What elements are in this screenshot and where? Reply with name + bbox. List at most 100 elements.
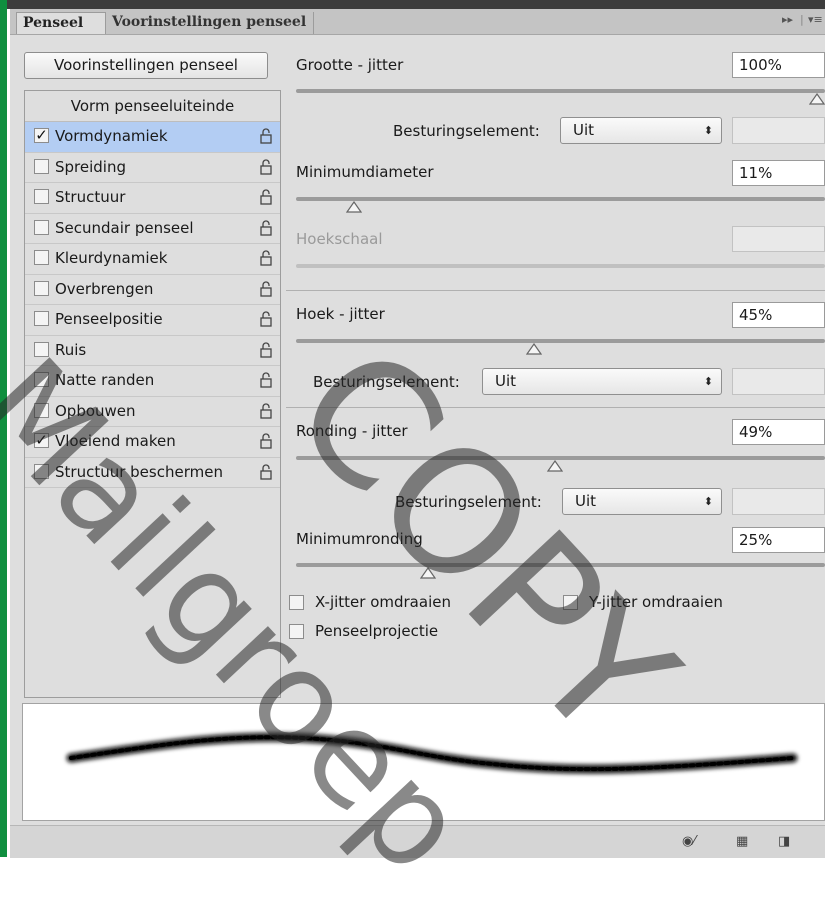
sidebar-item-label: Overbrengen	[55, 279, 154, 298]
brush-stroke-preview	[22, 703, 825, 821]
stroke-preview-graphic	[66, 732, 798, 774]
minimum-diameter-slider-thumb[interactable]	[346, 201, 363, 213]
angle-jitter-slider-thumb[interactable]	[526, 343, 543, 355]
roundness-control-select[interactable]: Uit ⬍	[562, 488, 722, 515]
minimum-diameter-input[interactable]: 11%	[732, 160, 825, 186]
sidebar-item-structuur-beschermen[interactable]: Structuur beschermen	[25, 458, 280, 488]
lock-icon[interactable]	[260, 280, 272, 297]
sidebar-item-checkbox[interactable]	[34, 158, 49, 174]
sidebar-item-checkbox[interactable]	[34, 219, 49, 235]
tab-voorinstellingen-penseel[interactable]: Voorinstellingen penseel	[106, 12, 314, 34]
sidebar-item-secundair-penseel[interactable]: Secundair penseel	[25, 214, 280, 244]
sidebar-item-label: Structuur beschermen	[55, 462, 223, 481]
brush-settings-list: Vorm penseeluiteinde ✓ Vormdynamiek Spreid…	[24, 90, 281, 698]
size-jitter-label: Grootte - jitter	[296, 56, 404, 74]
sidebar-item-label: Spreiding	[55, 157, 126, 176]
lock-icon[interactable]	[260, 158, 272, 175]
angle-control-select[interactable]: Uit ⬍	[482, 368, 722, 395]
tilt-scale-input	[732, 226, 825, 252]
sidebar-item-label: Ruis	[55, 340, 87, 359]
lock-icon[interactable]	[260, 433, 272, 449]
size-jitter-slider-thumb[interactable]	[809, 93, 825, 105]
tab-bar: Penseel Voorinstellingen penseel ▸▸ | ▾≡	[10, 9, 825, 35]
sidebar-item-structuur[interactable]: Structuur	[25, 183, 280, 214]
lock-icon[interactable]	[260, 219, 272, 236]
roundness-control-label: Besturingselement:	[395, 493, 542, 511]
size-jitter-input[interactable]: 100%	[732, 52, 825, 78]
select-arrows-icon: ⬍	[703, 495, 713, 508]
panel-menu-icon[interactable]: ▾≡	[808, 13, 823, 26]
sidebar-item-ruis[interactable]: Ruis	[25, 336, 280, 366]
lock-icon[interactable]	[260, 372, 272, 388]
sidebar-item-checkbox[interactable]	[34, 372, 49, 387]
angle-control-value: Uit	[495, 372, 517, 390]
new-preset-icon[interactable]: ◨	[778, 834, 790, 849]
angle-jitter-label: Hoek - jitter	[296, 305, 385, 323]
size-jitter-slider[interactable]	[296, 89, 825, 93]
sidebar-item-label: Penseelpositie	[55, 310, 163, 328]
size-control-select[interactable]: Uit ⬍	[560, 117, 722, 144]
divider	[286, 290, 825, 291]
divider: |	[800, 13, 804, 26]
roundness-jitter-input[interactable]: 49%	[732, 419, 825, 445]
roundness-jitter-slider-thumb[interactable]	[547, 460, 564, 472]
minimum-roundness-label: Minimumronding	[296, 530, 423, 548]
sidebar-item-overbrengen[interactable]: Overbrengen	[25, 275, 280, 305]
eye-brush-icon[interactable]: ◉⁄	[682, 834, 696, 849]
sidebar-item-checkbox[interactable]	[34, 280, 49, 296]
tab-penseel[interactable]: Penseel	[16, 12, 106, 34]
lock-icon[interactable]	[260, 189, 272, 205]
minimum-diameter-label: Minimumdiameter	[296, 163, 434, 181]
grid-panel-icon[interactable]: ▦	[736, 834, 748, 849]
sidebar-item-checkbox[interactable]	[34, 250, 49, 265]
sidebar-item-label: Structuur	[55, 188, 126, 206]
sidebar-item-kleurdynamiek[interactable]: Kleurdynamiek	[25, 244, 280, 275]
sidebar-item-label: Kleurdynamiek	[55, 249, 168, 267]
minimum-diameter-slider[interactable]	[296, 197, 825, 201]
roundness-control-value: Uit	[575, 492, 597, 510]
brush-presets-button[interactable]: Voorinstellingen penseel	[24, 52, 268, 79]
flip-x-label: X-jitter omdraaien	[315, 593, 451, 611]
sidebar-item-label: Vloeiend maken	[55, 432, 176, 450]
sidebar-item-opbouwen[interactable]: Opbouwen	[25, 397, 280, 427]
sidebar-item-checkbox[interactable]: ✓	[34, 128, 49, 143]
flip-y-checkbox[interactable]	[563, 595, 578, 610]
flip-x-checkbox[interactable]	[289, 595, 304, 610]
lock-icon[interactable]	[260, 463, 272, 480]
flip-y-label: Y-jitter omdraaien	[589, 593, 723, 611]
minimum-roundness-slider-thumb[interactable]	[420, 567, 437, 579]
sidebar-item-label: Secundair penseel	[55, 218, 194, 237]
sidebar-item-checkbox[interactable]	[34, 189, 49, 204]
brush-projection-checkbox[interactable]	[289, 624, 304, 639]
brush-tip-shape-item[interactable]: Vorm penseeluiteinde	[25, 91, 280, 122]
select-arrows-icon: ⬍	[703, 375, 713, 388]
lock-icon[interactable]	[260, 311, 272, 327]
angle-jitter-input[interactable]: 45%	[732, 302, 825, 328]
lock-icon[interactable]	[260, 250, 272, 266]
lock-icon[interactable]	[260, 341, 272, 358]
sidebar-item-penseelpositie[interactable]: Penseelpositie	[25, 305, 280, 336]
size-control-label: Besturingselement:	[393, 122, 540, 140]
angle-jitter-slider[interactable]	[296, 339, 825, 343]
sidebar-item-checkbox[interactable]	[34, 311, 49, 326]
lock-icon[interactable]	[260, 402, 272, 419]
sidebar-item-spreiding[interactable]: Spreiding	[25, 153, 280, 183]
sidebar-item-checkbox[interactable]: ✓	[34, 433, 49, 448]
lock-icon[interactable]	[260, 128, 272, 144]
sidebar-item-label: Opbouwen	[55, 401, 136, 420]
panel-status-bar: ◉⁄ ▦ ◨	[10, 825, 825, 858]
sidebar-item-label: Vormdynamiek	[55, 127, 168, 145]
minimum-roundness-input[interactable]: 25%	[732, 527, 825, 553]
double-arrow-icon[interactable]: ▸▸	[782, 13, 793, 26]
tilt-scale-slider	[296, 264, 825, 268]
size-control-value: Uit	[573, 121, 595, 139]
sidebar-item-checkbox[interactable]	[34, 402, 49, 418]
sidebar-item-vormdynamiek[interactable]: ✓ Vormdynamiek	[25, 122, 280, 153]
window-top-strip	[7, 0, 825, 9]
sidebar-item-vloeiend-maken[interactable]: ✓ Vloeiend maken	[25, 427, 280, 458]
sidebar-item-natte-randen[interactable]: Natte randen	[25, 366, 280, 397]
sidebar-item-checkbox[interactable]	[34, 341, 49, 357]
minimum-roundness-slider[interactable]	[296, 563, 825, 567]
sidebar-item-checkbox[interactable]	[34, 463, 49, 479]
divider	[286, 407, 825, 408]
